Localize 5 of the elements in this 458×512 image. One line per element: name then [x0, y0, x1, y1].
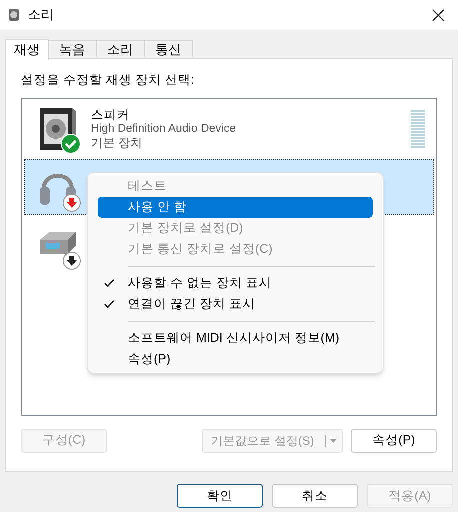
device-description: High Definition Audio Device	[91, 122, 238, 136]
instruction-text: 설정을 수정할 재생 장치 선택:	[21, 72, 196, 89]
device-status: 기본 장치	[91, 136, 144, 150]
window-title: 소리	[28, 6, 54, 24]
device-name: 스피커	[91, 108, 131, 122]
